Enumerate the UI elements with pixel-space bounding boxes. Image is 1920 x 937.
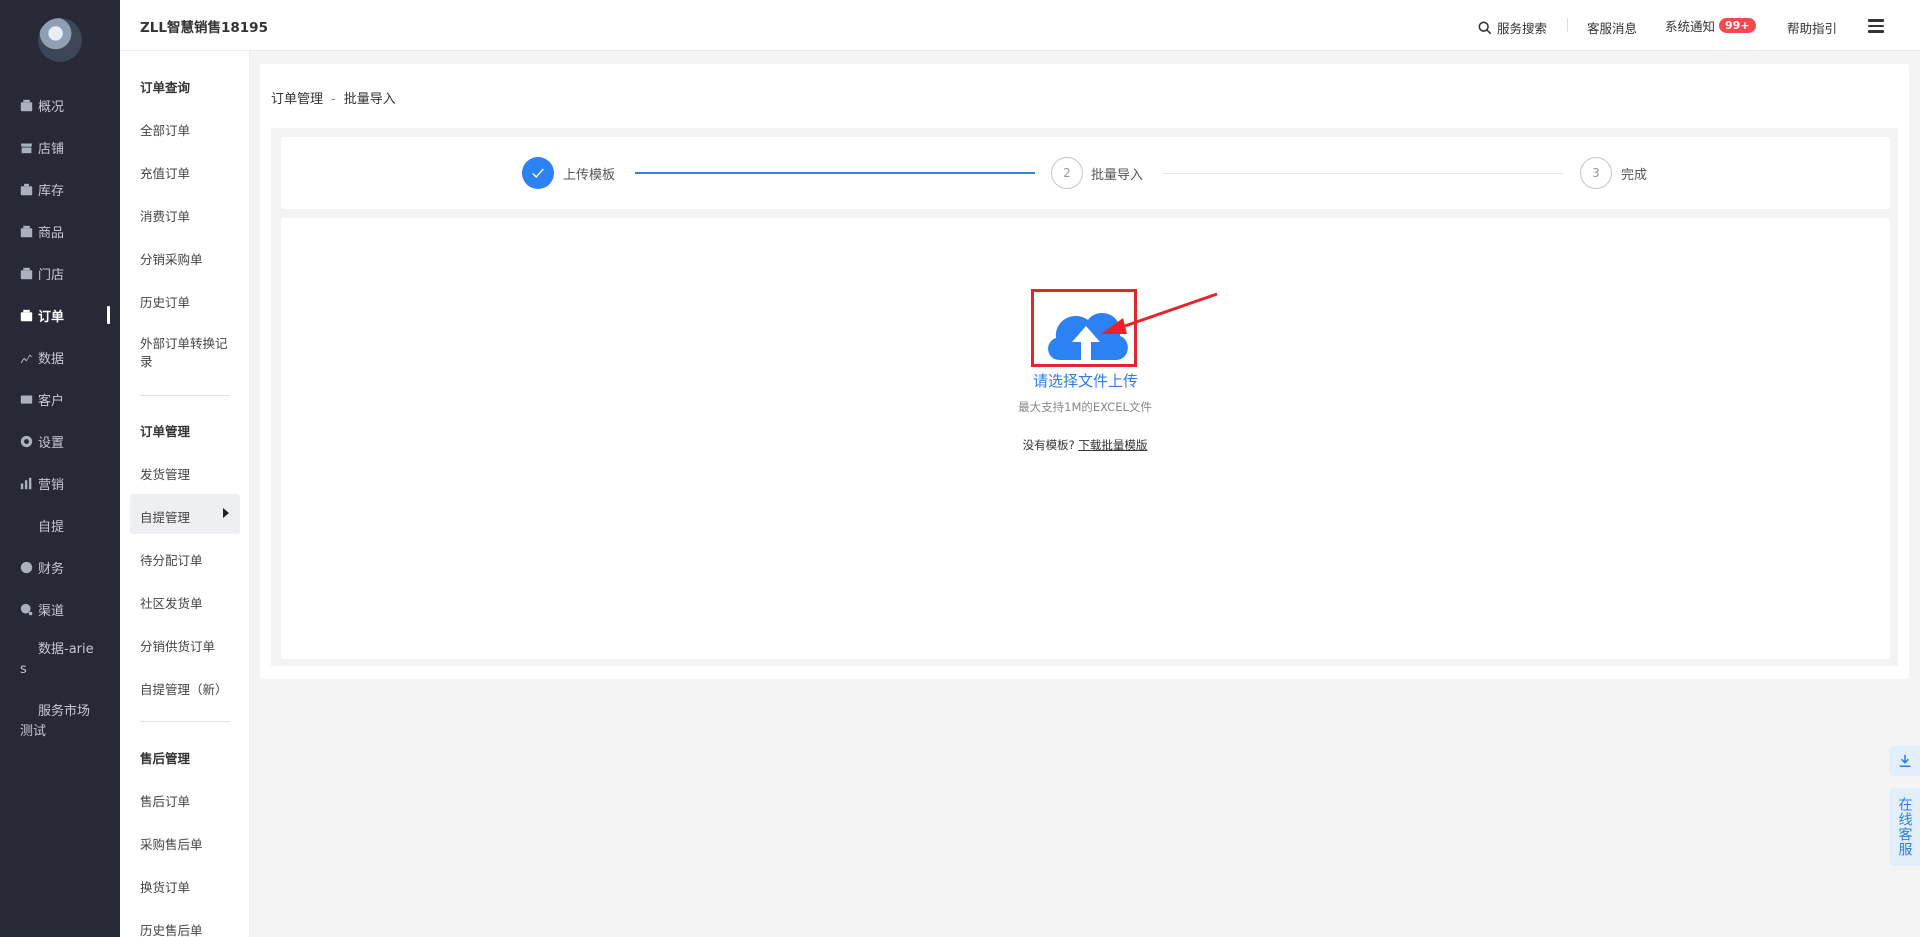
breadcrumb-current: 批量导入: [343, 92, 396, 107]
channel-icon: [20, 603, 33, 616]
step-2-circle: 2: [1051, 157, 1083, 189]
nav-item-finance[interactable]: 财务: [0, 552, 120, 582]
nav-item-label: 订单: [38, 309, 65, 325]
nav-item-label: 数据-aries: [20, 642, 94, 677]
submenu-item-exchange[interactable]: 换货订单: [140, 877, 240, 896]
upload-hint: 最大支持1M的EXCEL文件: [1018, 400, 1152, 414]
submenu-group-title: 订单管理: [140, 424, 191, 439]
service-message-link[interactable]: 客服消息: [1587, 18, 1637, 37]
notice-badge: 99+: [1719, 18, 1756, 33]
nav-item-label: 商品: [38, 225, 65, 241]
step-2-label: 批量导入: [1091, 168, 1144, 183]
nav-item-shop[interactable]: 店铺: [0, 132, 120, 162]
nav-item-label: 自提: [38, 519, 65, 535]
nav-item-label: 财务: [38, 561, 65, 577]
goods-icon: [20, 225, 33, 238]
step-1-line: [635, 172, 1035, 174]
submenu-item-aftersale[interactable]: 售后订单: [140, 791, 240, 810]
submenu-item-consume-orders[interactable]: 消费订单: [140, 206, 240, 225]
submenu-item-external-convert[interactable]: 外部订单转换记录: [140, 335, 235, 371]
submenu-group-title: 售后管理: [140, 751, 191, 766]
download-template-link[interactable]: 下载批量模版: [1078, 438, 1147, 452]
nav-item-order[interactable]: 订单: [0, 300, 120, 330]
nav-item-label: 库存: [38, 183, 65, 199]
inventory-icon: [20, 183, 33, 196]
nav-item-goods[interactable]: 商品: [0, 216, 120, 246]
avatar[interactable]: [38, 18, 82, 62]
download-icon: [1899, 754, 1910, 768]
app-title: ZLL智慧销售18195: [140, 20, 268, 36]
submenu-item-purchase-aftersale[interactable]: 采购售后单: [140, 834, 240, 853]
settings-icon: [20, 435, 33, 448]
submenu-item-community-ship[interactable]: 社区发货单: [140, 593, 240, 612]
nav-item-label: 渠道: [38, 603, 65, 619]
submenu-item-pickup-new[interactable]: 自提管理（新）: [140, 679, 240, 698]
nav-item-store[interactable]: 门店: [0, 258, 120, 288]
nav-item-label: 数据: [38, 351, 65, 367]
nav-item-channel[interactable]: 渠道: [0, 594, 120, 624]
annotation-arrow-icon: [1101, 292, 1218, 334]
upload-title[interactable]: 请选择文件上传: [1008, 370, 1163, 391]
service-search-button[interactable]: 服务搜索: [1478, 18, 1547, 37]
submenu-divider: [140, 721, 230, 722]
nav-item-label: 营销: [38, 477, 65, 493]
nav-item-data[interactable]: 数据: [0, 342, 120, 372]
nav-item-pickup[interactable]: 自提: [0, 510, 120, 540]
customer-icon: [20, 393, 33, 406]
step-1-label: 上传模板: [563, 168, 616, 183]
submenu-item-distribution-supply[interactable]: 分销供货订单: [140, 636, 240, 655]
breadcrumb-separator: -: [331, 92, 336, 107]
system-notice-label: 系统通知: [1665, 19, 1716, 34]
shop-icon: [20, 141, 33, 154]
finance-icon: [20, 561, 33, 574]
nav-item-settings[interactable]: 设置: [0, 426, 120, 456]
template-row: 没有模板? 下载批量模版: [990, 437, 1180, 453]
overview-icon: [20, 99, 33, 112]
nav-item-data-aries[interactable]: 数据-aries: [0, 640, 100, 682]
topbar-divider: [1567, 18, 1568, 32]
menu-icon[interactable]: [1868, 19, 1884, 33]
help-guide-link[interactable]: 帮助指引: [1787, 18, 1837, 37]
step-3-label: 完成: [1621, 168, 1648, 183]
store-icon: [20, 267, 33, 280]
step-3-circle: 3: [1580, 157, 1612, 189]
nav-item-label: 服务市场测试: [20, 704, 91, 739]
nav-item-service-market[interactable]: 服务市场测试: [0, 702, 100, 744]
submenu-item-shipping[interactable]: 发货管理: [140, 464, 240, 483]
step-1-check-icon: [522, 157, 554, 189]
submenu-item-all-orders[interactable]: 全部订单: [140, 120, 240, 139]
submenu-item-history-orders[interactable]: 历史订单: [140, 292, 240, 311]
submenu-item-history-aftersale[interactable]: 历史售后单: [140, 920, 240, 937]
order-icon: [20, 309, 33, 322]
nav-item-label: 店铺: [38, 141, 65, 157]
nav-item-label: 概况: [38, 99, 65, 115]
main-nav: 概况 店铺 库存 商品 门店 订单 数据 客户 设置 营销 自提 财务 渠道 数…: [0, 0, 120, 937]
submenu-item-to-assign[interactable]: 待分配订单: [140, 550, 240, 569]
submenu-item-recharge-orders[interactable]: 充值订单: [140, 163, 240, 182]
no-template-text: 没有模板?: [1022, 438, 1075, 452]
data-icon: [20, 351, 33, 364]
top-bar: ZLL智慧销售18195 服务搜索 客服消息 系统通知 99+ 帮助指引: [120, 0, 1920, 51]
nav-item-inventory[interactable]: 库存: [0, 174, 120, 204]
submenu-divider: [140, 395, 230, 396]
service-search-label: 服务搜索: [1497, 21, 1548, 36]
sub-menu: 订单查询 全部订单 充值订单 消费订单 分销采购单 历史订单 外部订单转换记录 …: [120, 0, 250, 937]
nav-item-label: 设置: [38, 435, 65, 451]
breadcrumb: 订单管理 - 批量导入: [271, 88, 396, 107]
search-icon: [1478, 21, 1492, 35]
system-notice-link[interactable]: 系统通知 99+: [1665, 16, 1756, 35]
submenu-item-distribution-purchase[interactable]: 分销采购单: [140, 249, 240, 268]
submenu-group-title: 订单查询: [140, 80, 191, 95]
online-service-button[interactable]: 在线客服: [1889, 788, 1920, 866]
breadcrumb-parent[interactable]: 订单管理: [271, 92, 323, 107]
step-2-line: [1163, 173, 1563, 174]
nav-item-customer[interactable]: 客户: [0, 384, 120, 414]
nav-item-label: 门店: [38, 267, 65, 283]
nav-item-label: 客户: [38, 393, 65, 409]
download-float-button[interactable]: [1889, 746, 1920, 776]
submenu-item-pickup-manage[interactable]: 自提管理: [140, 507, 240, 526]
marketing-icon: [20, 477, 33, 490]
nav-item-marketing[interactable]: 营销: [0, 468, 120, 498]
nav-item-overview[interactable]: 概况: [0, 90, 120, 120]
